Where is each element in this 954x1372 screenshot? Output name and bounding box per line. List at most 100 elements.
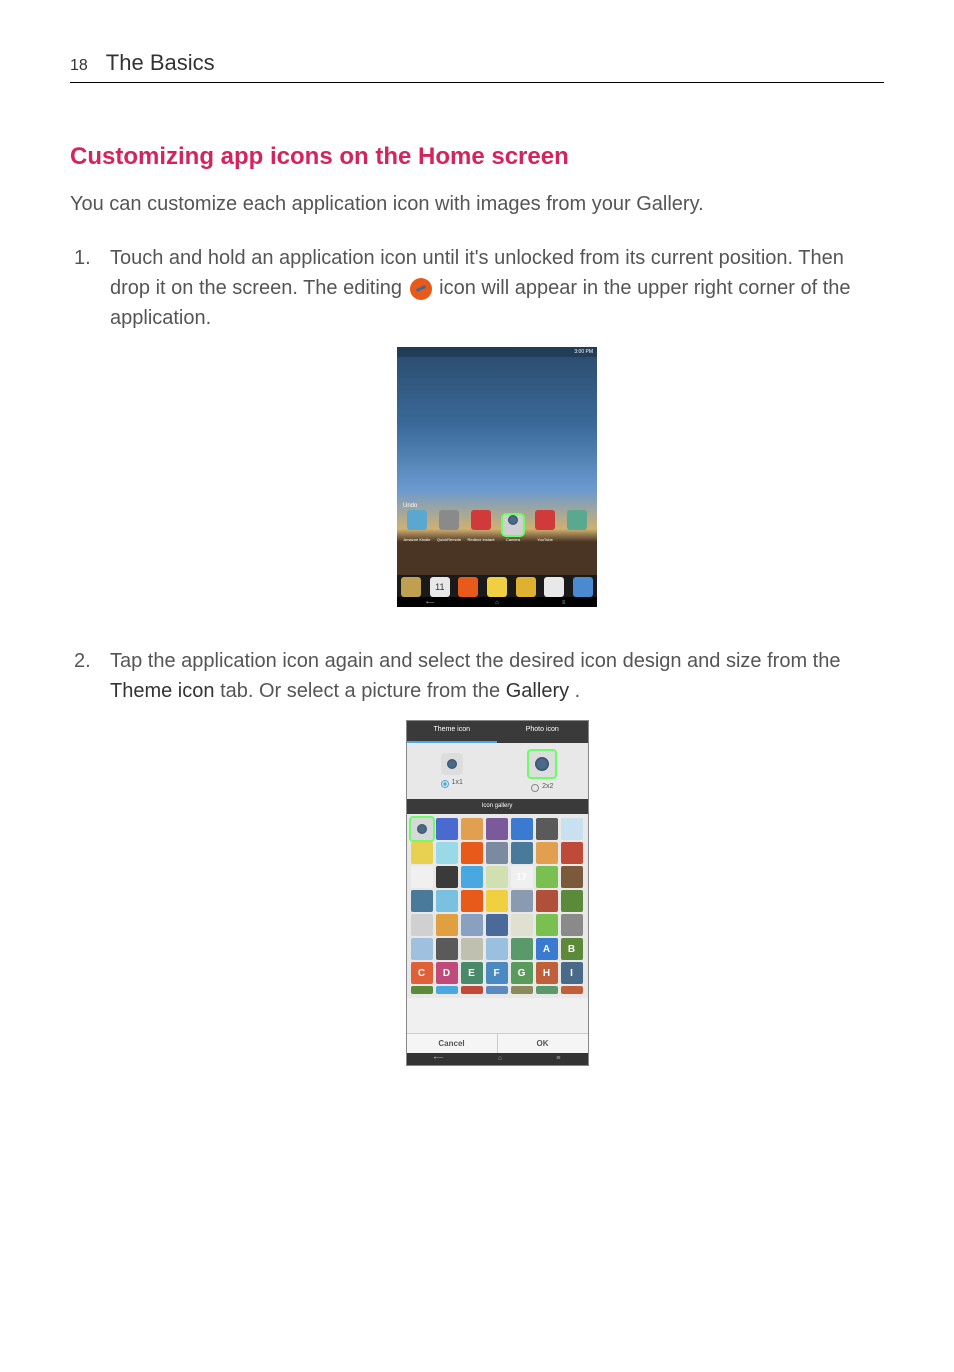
- chapter-title: The Basics: [106, 50, 215, 76]
- grid-icon[interactable]: [411, 818, 433, 840]
- app-icon[interactable]: [567, 510, 587, 530]
- dock-icon[interactable]: [516, 577, 536, 597]
- radio-2x2[interactable]: [531, 784, 539, 792]
- grid-icon-letter[interactable]: H: [536, 962, 558, 984]
- grid-icon[interactable]: [411, 842, 433, 864]
- grid-icon[interactable]: [436, 914, 458, 936]
- grid-icon[interactable]: [561, 818, 583, 840]
- dock-icon[interactable]: [544, 577, 564, 597]
- dock-icon[interactable]: [573, 577, 593, 597]
- grid-icon[interactable]: [536, 842, 558, 864]
- grid-icon[interactable]: [561, 866, 583, 888]
- icon-grid: 17 AB CDEFGHI: [407, 814, 588, 998]
- grid-icon[interactable]: [486, 938, 508, 960]
- cancel-button[interactable]: Cancel: [407, 1034, 498, 1053]
- back-icon: ⟵: [434, 1054, 444, 1065]
- home-icon: ⌂: [491, 599, 503, 605]
- grid-icon[interactable]: [511, 938, 533, 960]
- dock-bar: Notebook11CalendarEmailChromeGalleryPlay…: [397, 575, 597, 597]
- preview-2x2: 2x2: [497, 743, 588, 799]
- preview-icon-small: [441, 753, 463, 775]
- grid-icon-letter[interactable]: C: [411, 962, 433, 984]
- dock-icon[interactable]: [458, 577, 478, 597]
- grid-icon[interactable]: [536, 866, 558, 888]
- page-number: 18: [70, 57, 88, 75]
- theme-icon-bold: Theme icon: [110, 680, 215, 702]
- grid-icon[interactable]: [561, 890, 583, 912]
- grid-icon-letter[interactable]: E: [461, 962, 483, 984]
- grid-icon[interactable]: [411, 866, 433, 888]
- grid-icon-letter[interactable]: I: [561, 962, 583, 984]
- app-row: Amazon KindleQuickRemoteRedbox InstantCa…: [397, 510, 597, 535]
- grid-icon[interactable]: [461, 986, 483, 994]
- page-header: 18 The Basics: [70, 50, 884, 83]
- grid-icon-letter[interactable]: D: [436, 962, 458, 984]
- grid-icon-letter[interactable]: G: [511, 962, 533, 984]
- status-bar: 3:00 PM: [397, 347, 597, 357]
- grid-icon[interactable]: [561, 986, 583, 994]
- tab-theme-icon[interactable]: Theme icon: [407, 721, 498, 743]
- grid-icon[interactable]: [486, 818, 508, 840]
- grid-icon[interactable]: [486, 842, 508, 864]
- paintbrush-icon: [410, 278, 432, 300]
- grid-icon[interactable]: [561, 842, 583, 864]
- grid-icon[interactable]: [411, 986, 433, 994]
- grid-icon[interactable]: [536, 986, 558, 994]
- app-icon[interactable]: [503, 515, 523, 535]
- grid-icon[interactable]: [436, 986, 458, 994]
- grid-icon[interactable]: [436, 938, 458, 960]
- grid-icon[interactable]: [436, 866, 458, 888]
- section-title: Customizing app icons on the Home screen: [70, 143, 884, 171]
- nav-bar: ⟵ ⌂ ≡: [397, 597, 597, 607]
- grid-icon[interactable]: [511, 986, 533, 994]
- grid-icon[interactable]: 17: [511, 866, 533, 888]
- grid-icon[interactable]: [486, 986, 508, 994]
- step-2: Tap the application icon again and selec…: [70, 646, 884, 1075]
- screenshot-2-container: Theme icon Photo icon 1x1 2x2 Icon galle…: [110, 720, 884, 1075]
- preview-1x1: 1x1: [407, 743, 498, 799]
- radio-1x1[interactable]: [441, 780, 449, 788]
- app-icon[interactable]: [535, 510, 555, 530]
- grid-icon[interactable]: [411, 890, 433, 912]
- dock-icon[interactable]: [401, 577, 421, 597]
- grid-icon[interactable]: [486, 890, 508, 912]
- grid-icon[interactable]: [561, 914, 583, 936]
- picker-buttons: Cancel OK: [407, 1033, 588, 1053]
- grid-icon[interactable]: [511, 818, 533, 840]
- grid-icon[interactable]: [411, 914, 433, 936]
- picker-nav-bar: ⟵ ⌂ ≡: [407, 1053, 588, 1065]
- grid-icon[interactable]: [486, 914, 508, 936]
- grid-icon[interactable]: [436, 818, 458, 840]
- grid-icon[interactable]: B: [561, 938, 583, 960]
- grid-icon[interactable]: [511, 914, 533, 936]
- grid-icon[interactable]: [436, 890, 458, 912]
- preview-row: 1x1 2x2: [407, 743, 588, 799]
- grid-icon[interactable]: [486, 866, 508, 888]
- grid-icon[interactable]: [536, 818, 558, 840]
- step-list: Touch and hold an application icon until…: [70, 243, 884, 1075]
- grid-icon[interactable]: [511, 890, 533, 912]
- grid-icon[interactable]: [536, 890, 558, 912]
- grid-icon[interactable]: [461, 866, 483, 888]
- picker-tabs: Theme icon Photo icon: [407, 721, 588, 743]
- grid-icon[interactable]: [461, 818, 483, 840]
- grid-icon[interactable]: [436, 842, 458, 864]
- grid-icon[interactable]: [461, 938, 483, 960]
- grid-icon[interactable]: [461, 842, 483, 864]
- dock-icon[interactable]: [487, 577, 507, 597]
- ok-button[interactable]: OK: [498, 1034, 588, 1053]
- grid-icon[interactable]: [411, 938, 433, 960]
- grid-icon[interactable]: [461, 914, 483, 936]
- grid-icon[interactable]: A: [536, 938, 558, 960]
- grid-icon[interactable]: [511, 842, 533, 864]
- step-1: Touch and hold an application icon until…: [70, 243, 884, 616]
- screenshot-1-container: 3:00 PM Undo Amazon KindleQuickRemoteRed…: [110, 347, 884, 616]
- grid-icon[interactable]: [461, 890, 483, 912]
- app-icon[interactable]: [471, 510, 491, 530]
- grid-icon[interactable]: [536, 914, 558, 936]
- app-icon[interactable]: [439, 510, 459, 530]
- app-icon[interactable]: [407, 510, 427, 530]
- dock-icon[interactable]: 11: [430, 577, 450, 597]
- tab-photo-icon[interactable]: Photo icon: [497, 721, 588, 743]
- grid-icon-letter[interactable]: F: [486, 962, 508, 984]
